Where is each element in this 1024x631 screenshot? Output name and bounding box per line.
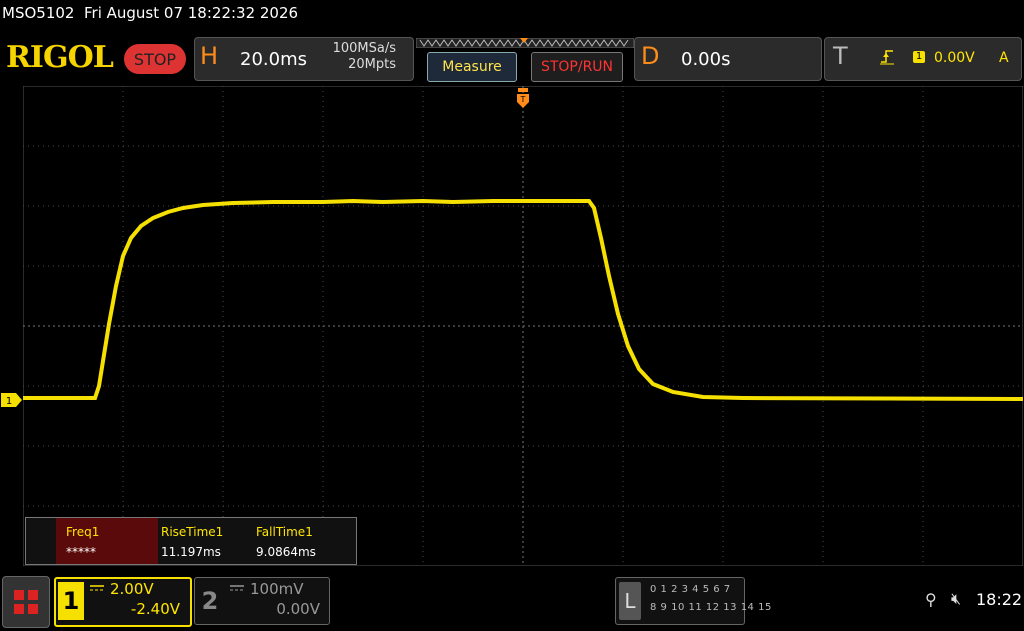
ch1-number: 1 — [58, 582, 84, 620]
system-clock: 18:22 — [976, 590, 1023, 609]
meas-header-freq: Freq1 — [66, 525, 100, 539]
trigger-source-badge: 1 — [913, 51, 925, 63]
timebase-value: 20.0ms — [240, 49, 307, 70]
model-label: MSO5102 — [2, 4, 75, 22]
meas-value-risetime: 11.197ms — [161, 545, 221, 559]
trigger-label: T — [833, 42, 848, 70]
logic-channels-row2: 8 9 10 11 12 13 14 15 — [650, 602, 772, 613]
measurement-panel[interactable]: Freq1 ***** RiseTime1 11.197ms FallTime1… — [25, 517, 357, 565]
trigger-level-value: 0.00V — [934, 50, 975, 66]
waveform-display[interactable] — [23, 86, 1023, 566]
main-menu-button[interactable] — [2, 576, 50, 628]
stop-run-button[interactable]: STOP/RUN — [531, 52, 623, 82]
usb-icon: ⚲ — [925, 590, 937, 609]
meas-header-risetime: RiseTime1 — [161, 525, 224, 539]
dc-coupling-icon — [230, 585, 244, 591]
memory-depth-value: 20Mpts — [348, 57, 396, 72]
trigger-position-marker[interactable]: T — [516, 88, 530, 110]
status-line: MSO5102 Fri August 07 18:22:32 2026 — [2, 4, 298, 22]
speaker-muted-icon[interactable]: 🔇︎ — [951, 589, 961, 609]
delay-value: 0.00s — [681, 49, 731, 70]
grid-menu-icon — [14, 590, 38, 614]
delay-label: D — [641, 42, 660, 70]
logic-channels-row1: 0 1 2 3 4 5 6 7 — [650, 584, 731, 595]
memory-position-strip — [416, 38, 634, 48]
measure-button[interactable]: Measure — [427, 52, 517, 82]
run-state-badge[interactable]: STOP — [124, 44, 186, 74]
dc-coupling-icon — [90, 585, 104, 591]
meas-header-falltime: FallTime1 — [256, 525, 313, 539]
ch2-number: 2 — [201, 587, 219, 615]
ch1-marker-label: 1 — [6, 396, 12, 407]
horizontal-label: H — [200, 42, 219, 70]
brand-logo: RIGOL — [6, 40, 114, 75]
meas-value-freq: ***** — [66, 545, 96, 559]
ch1-scale-value: 2.00V — [110, 580, 154, 598]
rising-edge-icon — [880, 50, 894, 65]
sample-rate-value: 100MSa/s — [332, 41, 396, 56]
datetime-label: Fri August 07 18:22:32 2026 — [84, 4, 299, 22]
ch1-offset-value: -2.40V — [130, 600, 180, 618]
ch2-scale-value: 100mV — [250, 580, 304, 598]
trigger-mode-value: A — [999, 50, 1009, 66]
ch1-ground-marker[interactable]: 1 — [1, 392, 23, 407]
logic-analyzer-label: L — [619, 582, 641, 620]
ch2-offset-value: 0.00V — [276, 600, 320, 618]
svg-text:T: T — [520, 95, 526, 104]
meas-value-falltime: 9.0864ms — [256, 545, 316, 559]
